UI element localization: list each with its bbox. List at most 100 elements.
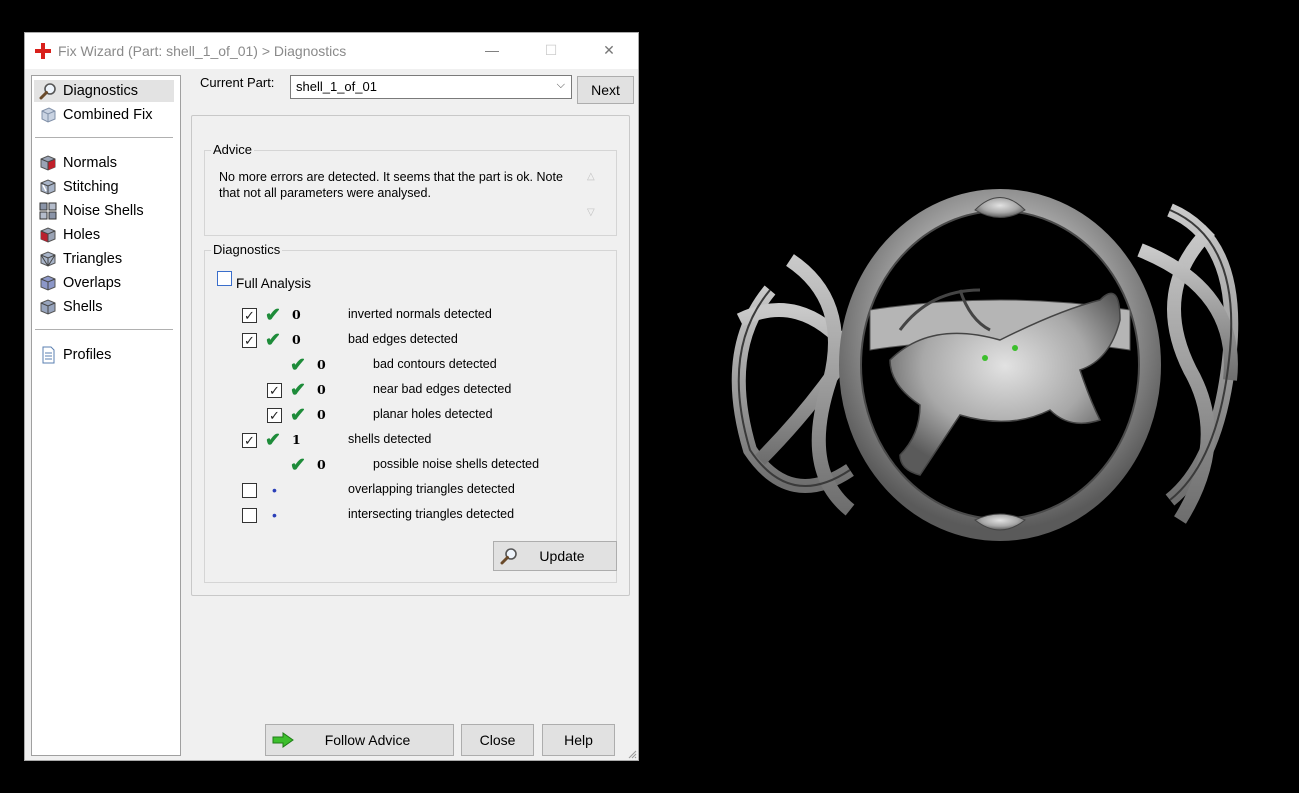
not-analysed-dot-icon: • <box>272 482 277 498</box>
row-checkbox[interactable]: ✓ <box>267 408 282 423</box>
checkmark-icon: ✔ <box>290 355 306 376</box>
nav-item-label: Normals <box>63 155 117 171</box>
maximize-button[interactable]: ☐ <box>528 33 574 67</box>
checkmark-icon: ✔ <box>290 455 306 476</box>
resize-grip-icon[interactable] <box>627 749 637 759</box>
row-label: near bad edges detected <box>373 382 512 396</box>
magnifier-icon <box>39 83 56 100</box>
combined-fix-cube-icon <box>41 107 56 123</box>
row-count: 0 <box>292 332 301 347</box>
diagnostic-row: ✓ ✔ 0 bad edges detected <box>205 330 605 351</box>
not-analysed-dot-icon: • <box>272 507 277 523</box>
normals-cube-icon <box>40 155 56 171</box>
advice-text: No more errors are detected. It seems th… <box>219 170 563 200</box>
marker-dot <box>982 355 988 361</box>
current-part-select[interactable]: shell_1_of_01 ⌵ <box>290 75 572 99</box>
diagnostics-group: Diagnostics Full Analysis ✓ ✔ 0 inverted… <box>204 242 617 583</box>
update-button[interactable]: Update <box>493 541 617 571</box>
scroll-up-icon[interactable]: △ <box>587 171 595 182</box>
close-button[interactable]: Close <box>461 724 534 756</box>
nav-separator <box>35 329 173 330</box>
full-analysis-checkbox[interactable] <box>217 271 232 286</box>
next-button[interactable]: Next <box>577 76 634 104</box>
nav-item-shells[interactable]: Shells <box>34 296 174 318</box>
nav-separator <box>35 137 173 138</box>
fix-wizard-nav: Diagnostics Combined Fix Normals Stitchi… <box>31 75 181 756</box>
row-checkbox[interactable]: ✓ <box>242 333 257 348</box>
row-label: planar holes detected <box>373 407 493 421</box>
nav-item-label: Combined Fix <box>63 107 153 123</box>
row-checkbox[interactable]: ✓ <box>267 383 282 398</box>
current-part-label: Current Part: <box>200 75 275 90</box>
nav-item-combined-fix[interactable]: Combined Fix <box>34 104 174 126</box>
advice-title: Advice <box>211 142 255 157</box>
diagnostic-row: ✓ ✔ 1 shells detected <box>205 430 605 451</box>
red-cross-icon <box>35 43 51 59</box>
diagnostic-row: ✔ 0 bad contours detected <box>205 355 605 376</box>
row-label: shells detected <box>348 432 432 446</box>
nav-item-label: Triangles <box>63 251 123 267</box>
nav-item-stitching[interactable]: Stitching <box>34 176 174 198</box>
row-count: 0 <box>317 382 326 397</box>
checkmark-icon: ✔ <box>265 305 281 326</box>
fix-wizard-window: Fix Wizard (Part: shell_1_of_01) > Diagn… <box>24 32 639 761</box>
row-count: 0 <box>317 407 326 422</box>
shells-cube-icon <box>40 299 56 315</box>
holes-cube-icon <box>40 227 56 243</box>
diagnostic-row: ✓ ✔ 0 planar holes detected <box>205 405 605 426</box>
row-count: 0 <box>317 357 326 372</box>
close-window-button[interactable]: ✕ <box>586 33 632 67</box>
overlaps-cube-icon <box>40 275 56 291</box>
nav-item-triangles[interactable]: Triangles <box>34 248 174 270</box>
row-label: bad edges detected <box>348 332 458 346</box>
ring-3d-model[interactable] <box>700 170 1280 570</box>
nav-item-label: Diagnostics <box>63 83 138 99</box>
nav-item-label: Profiles <box>63 347 112 363</box>
nav-item-holes[interactable]: Holes <box>34 224 174 246</box>
nav-item-normals[interactable]: Normals <box>34 152 174 174</box>
row-count: 0 <box>317 457 326 472</box>
diagnostic-row: • intersecting triangles detected <box>205 506 605 526</box>
chevron-down-icon: ⌵ <box>556 79 565 91</box>
update-label: Update <box>539 548 585 564</box>
row-label: intersecting triangles detected <box>348 507 515 521</box>
scroll-down-icon[interactable]: ▽ <box>587 207 595 218</box>
help-button[interactable]: Help <box>542 724 615 756</box>
title-bar[interactable]: Fix Wizard (Part: shell_1_of_01) > Diagn… <box>25 33 638 69</box>
stitching-cube-icon <box>40 179 56 195</box>
nav-item-noise-shells[interactable]: Noise Shells <box>34 200 174 222</box>
nav-item-label: Overlaps <box>63 275 122 291</box>
nav-item-overlaps[interactable]: Overlaps <box>34 272 174 294</box>
checkmark-icon: ✔ <box>265 330 281 351</box>
profiles-document-icon <box>42 346 55 364</box>
current-part-value: shell_1_of_01 <box>296 79 377 94</box>
magnifier-icon <box>500 548 517 565</box>
row-label: inverted normals detected <box>348 307 492 321</box>
triangles-cube-icon <box>40 251 56 267</box>
row-checkbox[interactable] <box>242 508 257 523</box>
row-count: 0 <box>292 307 301 322</box>
diagnostic-row: ✓ ✔ 0 near bad edges detected <box>205 380 605 401</box>
diagnostic-row: ✓ ✔ 0 inverted normals detected <box>205 305 605 326</box>
nav-item-label: Stitching <box>63 179 119 195</box>
nav-item-label: Shells <box>63 299 103 315</box>
row-count: 1 <box>292 432 301 447</box>
row-checkbox[interactable]: ✓ <box>242 433 257 448</box>
nav-item-diagnostics[interactable]: Diagnostics <box>34 80 174 102</box>
checkmark-icon: ✔ <box>290 380 306 401</box>
marker-dot <box>1012 345 1018 351</box>
row-checkbox[interactable]: ✓ <box>242 308 257 323</box>
checkmark-icon: ✔ <box>265 430 281 451</box>
diagnostic-row: • overlapping triangles detected <box>205 481 605 501</box>
window-title: Fix Wizard (Part: shell_1_of_01) > Diagn… <box>58 43 347 59</box>
row-label: bad contours detected <box>373 357 497 371</box>
diagnostics-panel: Advice No more errors are detected. It s… <box>191 115 630 596</box>
diagnostics-title: Diagnostics <box>211 242 283 257</box>
nav-item-profiles[interactable]: Profiles <box>34 344 174 366</box>
row-checkbox[interactable] <box>242 483 257 498</box>
follow-advice-button[interactable]: Follow Advice <box>265 724 454 756</box>
minimize-button[interactable]: — <box>469 33 515 67</box>
nav-item-label: Noise Shells <box>63 203 144 219</box>
noise-shells-cube-icon <box>39 202 57 220</box>
follow-advice-label: Follow Advice <box>324 732 411 748</box>
